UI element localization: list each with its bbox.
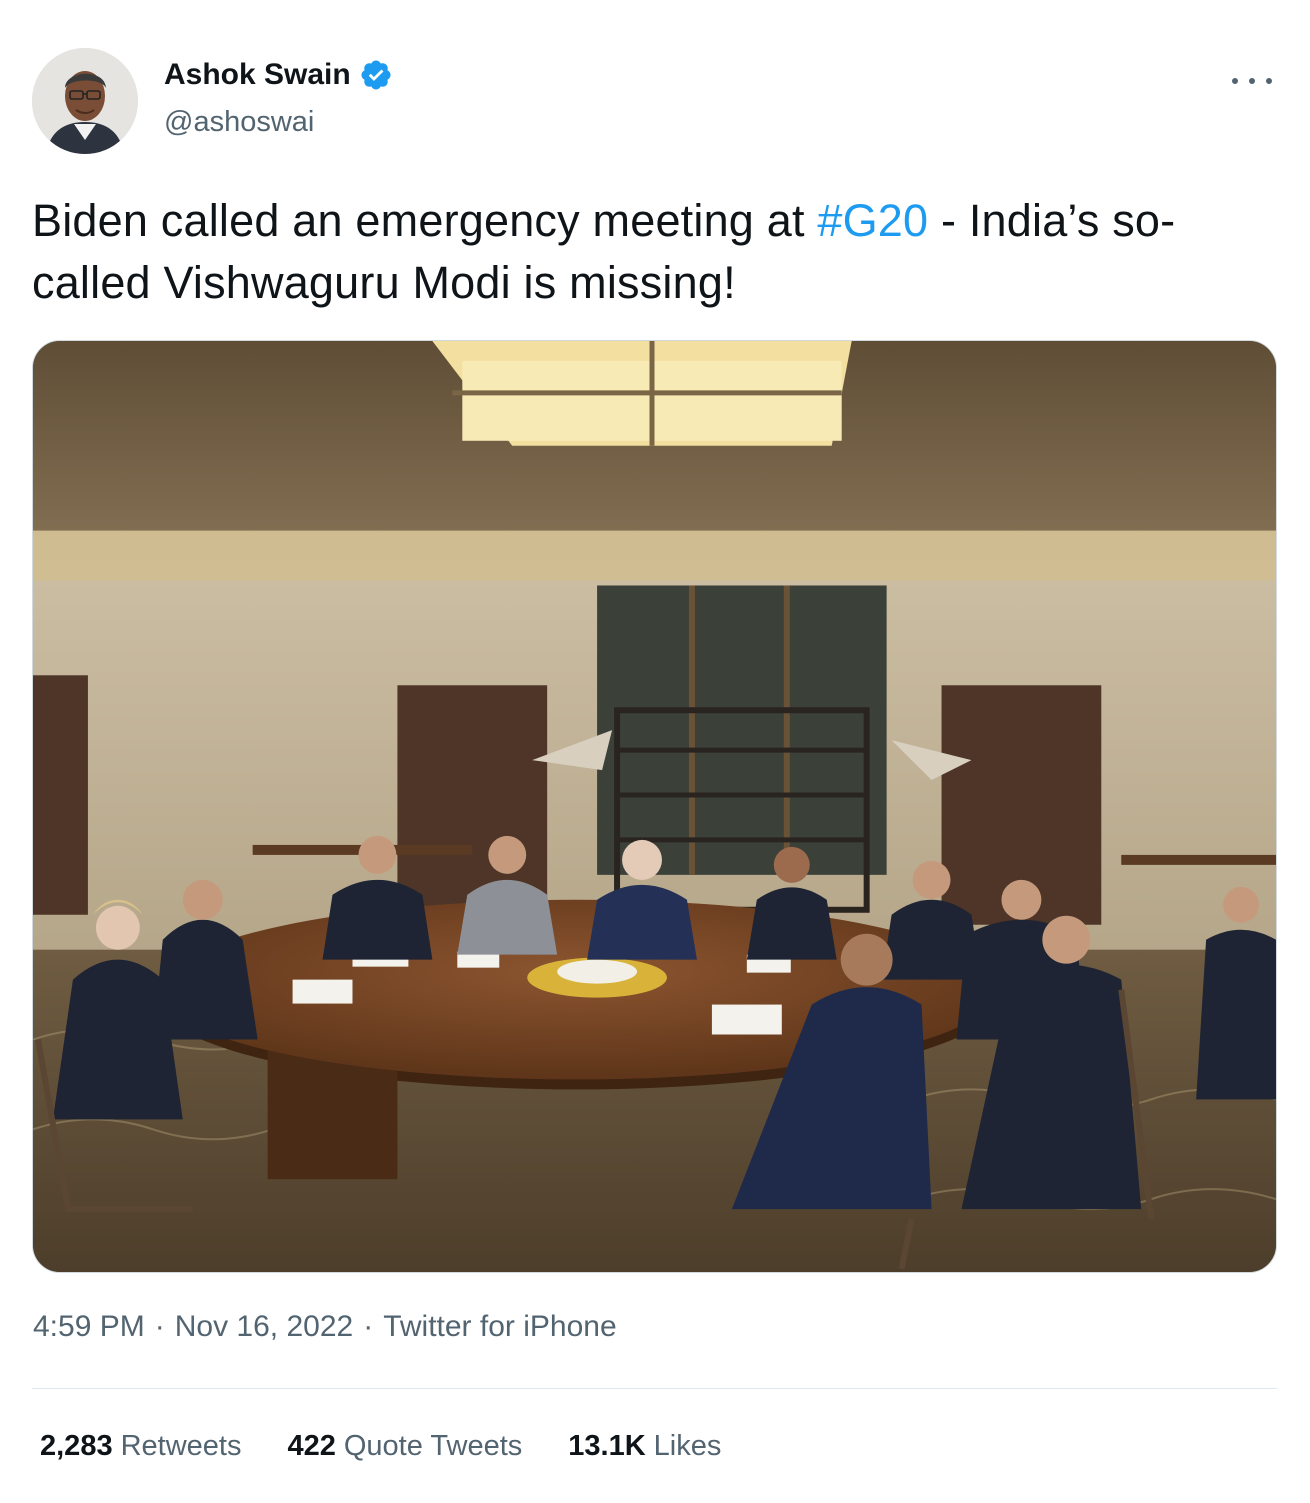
avatar-image <box>32 48 138 154</box>
more-dot <box>1232 78 1238 84</box>
hashtag-link[interactable]: #G20 <box>817 195 928 246</box>
likes-count: 13.1K <box>568 1430 646 1462</box>
tweet-meta: 4:59 PM · Nov 16, 2022 · Twitter for iPh… <box>33 1310 617 1344</box>
retweets-count: 2,283 <box>40 1430 113 1462</box>
tweet-stats: 2,283 Retweets 422 Quote Tweets 13.1K Li… <box>40 1430 767 1463</box>
more-dot <box>1249 78 1255 84</box>
likes-label: Likes <box>653 1430 722 1462</box>
tweet-text: Biden called an emergency meeting at #G2… <box>32 190 1272 314</box>
tweet-header: Ashok Swain @ashoswai <box>32 48 1278 158</box>
tweet-time[interactable]: 4:59 PM <box>33 1310 145 1344</box>
more-dot <box>1266 78 1272 84</box>
quote-tweets-count: 422 <box>287 1430 336 1462</box>
retweets-label: Retweets <box>120 1430 242 1462</box>
author-handle[interactable]: @ashoswai <box>164 106 314 139</box>
verified-badge-icon <box>359 58 393 92</box>
divider <box>32 1388 1277 1389</box>
author-name-row: Ashok Swain <box>164 58 393 92</box>
tweet-text-part: Biden called an emergency meeting at <box>32 195 818 246</box>
meta-separator: · <box>363 1310 374 1343</box>
tweet-date[interactable]: Nov 16, 2022 <box>175 1310 353 1344</box>
retweets-stat[interactable]: 2,283 Retweets <box>40 1430 241 1463</box>
photo-illustration <box>33 341 1276 1272</box>
tweet-photo[interactable] <box>32 340 1277 1273</box>
meta-separator: · <box>154 1310 165 1343</box>
quote-tweets-stat[interactable]: 422 Quote Tweets <box>287 1430 522 1463</box>
author-avatar[interactable] <box>32 48 138 154</box>
tweet-source[interactable]: Twitter for iPhone <box>383 1310 616 1344</box>
more-options-icon[interactable] <box>1232 66 1272 96</box>
likes-stat[interactable]: 13.1K Likes <box>568 1430 721 1463</box>
quote-tweets-label: Quote Tweets <box>343 1430 523 1462</box>
author-name[interactable]: Ashok Swain <box>164 58 351 92</box>
